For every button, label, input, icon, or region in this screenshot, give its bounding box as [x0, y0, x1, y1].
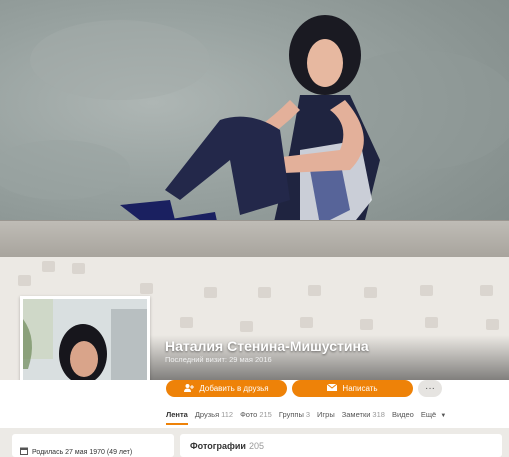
tab-video[interactable]: Видео — [392, 410, 414, 419]
pattern-icon — [18, 275, 31, 286]
tab-more[interactable]: Ещё ▼ — [421, 410, 446, 419]
tab-friends[interactable]: Друзья 112 — [195, 410, 233, 419]
person-plus-icon — [184, 383, 195, 394]
pattern-icon — [180, 317, 193, 328]
pattern-icon — [72, 263, 85, 274]
pattern-icon — [42, 261, 55, 272]
pattern-icon — [140, 283, 153, 294]
birthday-text: Родилась 27 мая 1970 (49 лет) — [32, 448, 133, 456]
photos-heading[interactable]: Фотографии 205 — [190, 441, 264, 451]
pattern-icon — [300, 317, 313, 328]
pattern-icon — [308, 285, 321, 296]
active-tab-indicator — [166, 423, 188, 425]
calendar-icon — [20, 447, 28, 457]
pattern-icon — [480, 285, 493, 296]
pattern-icon — [360, 319, 373, 330]
tab-photos[interactable]: Фото 215 — [240, 410, 272, 419]
tab-groups[interactable]: Группы 3 — [279, 410, 310, 419]
add-friend-button[interactable]: Добавить в друзья — [166, 380, 287, 397]
cover-floor — [0, 220, 509, 257]
last-visit: Последний визит: 29 мая 2016 — [165, 355, 272, 364]
tab-games[interactable]: Игры — [317, 410, 335, 419]
profile-name: Наталия Стенина-Мишустина — [165, 338, 369, 354]
pattern-icon — [364, 287, 377, 298]
pattern-icon — [486, 319, 499, 330]
pattern-icon — [425, 317, 438, 328]
pattern-icon — [420, 285, 433, 296]
birthday-info: Родилась 27 мая 1970 (49 лет) — [20, 447, 132, 457]
tab-notes[interactable]: Заметки 318 — [342, 410, 385, 419]
more-actions-button[interactable]: ··· — [418, 380, 442, 397]
write-label: Написать — [342, 384, 378, 393]
envelope-icon — [327, 383, 338, 393]
add-friend-label: Добавить в друзья — [199, 384, 269, 393]
tab-feed[interactable]: Лента — [166, 410, 188, 419]
pattern-icon — [240, 321, 253, 332]
chevron-down-icon: ▼ — [440, 413, 447, 419]
photos-count: 205 — [248, 441, 264, 451]
profile-tabs: Лента Друзья 112 Фото 215 Группы 3 Игры Зам… — [166, 410, 446, 419]
pattern-icon — [258, 287, 271, 298]
cover-figure — [0, 15, 509, 240]
cover-photo[interactable] — [0, 0, 509, 257]
write-message-button[interactable]: Написать — [292, 380, 413, 397]
pattern-icon — [204, 287, 217, 298]
